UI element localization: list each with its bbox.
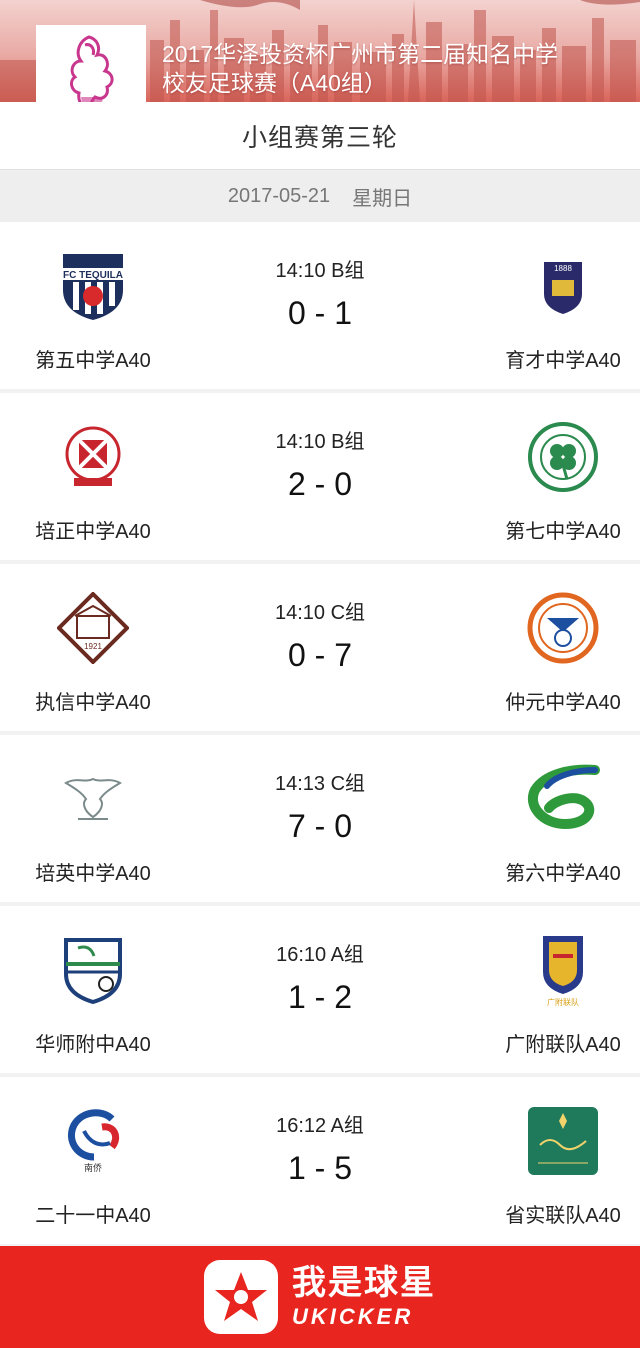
away-team[interactable]: 仲元中学A40: [468, 564, 640, 731]
match-date: 2017-05-21: [227, 185, 331, 207]
team-name: 第七中学A40: [505, 521, 621, 543]
match-time-group: 14:10 C组: [274, 602, 366, 624]
match-info: 16:12 A组 1 - 5: [220, 1077, 420, 1244]
away-team[interactable]: 第七中学A40: [468, 393, 640, 560]
match-info: 14:10 B组 2 - 0: [220, 393, 420, 560]
star-icon: [215, 1272, 267, 1321]
date-bar: 2017-05-21 星期日: [0, 171, 640, 222]
team-name: 培英中学A40: [35, 863, 151, 885]
team-name: 执信中学A40: [35, 692, 151, 714]
team-name: 第六中学A40: [505, 863, 621, 885]
team-name: 仲元中学A40: [505, 692, 621, 714]
team-crest: [53, 930, 133, 1010]
team-crest: [53, 759, 133, 839]
shengshi-crest-icon: [528, 1107, 598, 1175]
brand: 我是球星 UKICKER: [292, 1263, 436, 1331]
crest-text: 南侨: [84, 1162, 102, 1173]
home-team[interactable]: 1921 执信中学A40: [0, 564, 188, 731]
clover-crest-icon: [528, 422, 598, 492]
brand-name-en: UKICKER: [292, 1304, 414, 1329]
team-name: 省实联队A40: [505, 1205, 621, 1227]
match-score: 1 - 5: [287, 1150, 353, 1186]
yucai-crest-icon: 1888: [544, 262, 582, 314]
match-score: 7 - 0: [287, 808, 353, 844]
match-score: 0 - 7: [287, 637, 353, 673]
match-info: 14:13 C组 7 - 0: [220, 735, 420, 902]
match-info: 14:10 C组 0 - 7: [220, 564, 420, 731]
zhixin-crest-icon: 1921: [57, 592, 129, 664]
match-card[interactable]: 培英中学A40 14:13 C组 7 - 0 第六中学A40: [0, 735, 640, 902]
match-time-group: 14:10 B组: [275, 431, 365, 453]
round-title: 小组赛第三轮: [0, 102, 640, 170]
app-logo: [204, 1260, 278, 1334]
team-crest: 1921: [53, 588, 133, 668]
team-crest: [523, 1101, 603, 1181]
match-card[interactable]: 南侨 二十一中A40 16:12 A组 1 - 5 省实联队A40: [0, 1077, 640, 1244]
six-swoosh-crest-icon: [528, 764, 600, 830]
team-name: 培正中学A40: [35, 521, 151, 543]
eagle-crest-icon: [64, 777, 122, 820]
team-crest: [523, 417, 603, 497]
phoenix-trophy-icon: [70, 35, 114, 102]
match-score: 1 - 2: [287, 979, 353, 1015]
match-card[interactable]: 培正中学A40 14:10 B组 2 - 0 第七中学A40: [0, 393, 640, 560]
zhongyuan-crest-icon: [527, 592, 599, 664]
peizheng-crest-icon: [65, 426, 121, 486]
away-team[interactable]: 广附联队 广附联队A40: [468, 906, 640, 1073]
brand-name-cn: 我是球星: [292, 1264, 436, 1302]
team-name: 二十一中A40: [35, 1205, 151, 1227]
match-weekday: 星期日: [352, 188, 413, 210]
home-team[interactable]: 南侨 二十一中A40: [0, 1077, 188, 1244]
home-team[interactable]: 培正中学A40: [0, 393, 188, 560]
match-info: 16:10 A组 1 - 2: [220, 906, 420, 1073]
match-time-group: 14:13 C组: [274, 773, 366, 795]
away-team[interactable]: 1888 育才中学A40: [468, 222, 640, 389]
team-crest: [523, 759, 603, 839]
team-crest: FC TEQUILA: [53, 246, 133, 326]
match-time-group: 16:10 A组: [276, 944, 364, 966]
match-card[interactable]: 1921 执信中学A40 14:10 C组 0 - 7 仲元中学A40: [0, 564, 640, 731]
home-team[interactable]: 华师附中A40: [0, 906, 188, 1073]
event-title: 2017华泽投资杯广州市第二届知名中学 校友足球赛（A40组）: [162, 40, 632, 98]
away-team[interactable]: 第六中学A40: [468, 735, 640, 902]
header-banner: 2017华泽投资杯广州市第二届知名中学 校友足球赛（A40组）: [0, 0, 640, 102]
event-logo: [36, 25, 146, 102]
match-time-group: 14:10 B组: [275, 260, 365, 282]
event-title-line1: 2017华泽投资杯广州市第二届知名中学: [162, 41, 559, 67]
match-info: 14:10 B组 0 - 1: [220, 222, 420, 389]
match-card[interactable]: 华师附中A40 16:10 A组 1 - 2 广附联队 广附联队A40: [0, 906, 640, 1073]
team-name: 第五中学A40: [35, 350, 151, 372]
team-crest: 南侨: [53, 1101, 133, 1181]
team-name: 广附联队A40: [505, 1034, 621, 1056]
crest-text: 1888: [554, 264, 572, 273]
crest-text: 广附联队: [547, 997, 579, 1007]
team-name: 育才中学A40: [505, 350, 621, 372]
away-team[interactable]: 省实联队A40: [468, 1077, 640, 1244]
fc-tequila-crest-icon: FC TEQUILA: [63, 254, 123, 320]
crest-text: FC TEQUILA: [63, 270, 123, 281]
team-crest: [53, 417, 133, 497]
home-team[interactable]: FC TEQUILA 第五中学A40: [0, 222, 188, 389]
app-footer-banner[interactable]: 我是球星 UKICKER: [0, 1246, 640, 1348]
event-title-line2: 校友足球赛（A40组）: [162, 70, 387, 96]
match-score: 2 - 0: [287, 466, 353, 502]
match-list: FC TEQUILA 第五中学A40 14:10 B组 0 - 1 1888 育…: [0, 222, 640, 1248]
guangfu-crest-icon: 广附联队: [543, 936, 583, 1007]
team-name: 华师附中A40: [35, 1034, 151, 1056]
match-time-group: 16:12 A组: [276, 1115, 364, 1137]
nanqiao-crest-icon: 南侨: [68, 1109, 120, 1173]
home-team[interactable]: 培英中学A40: [0, 735, 188, 902]
team-crest: [523, 588, 603, 668]
crest-text: 1921: [84, 642, 102, 651]
team-crest: 1888: [523, 246, 603, 326]
match-card[interactable]: FC TEQUILA 第五中学A40 14:10 B组 0 - 1 1888 育…: [0, 222, 640, 389]
match-score: 0 - 1: [287, 295, 353, 331]
huashi-crest-icon: [64, 938, 122, 1005]
team-crest: 广附联队: [523, 930, 603, 1010]
